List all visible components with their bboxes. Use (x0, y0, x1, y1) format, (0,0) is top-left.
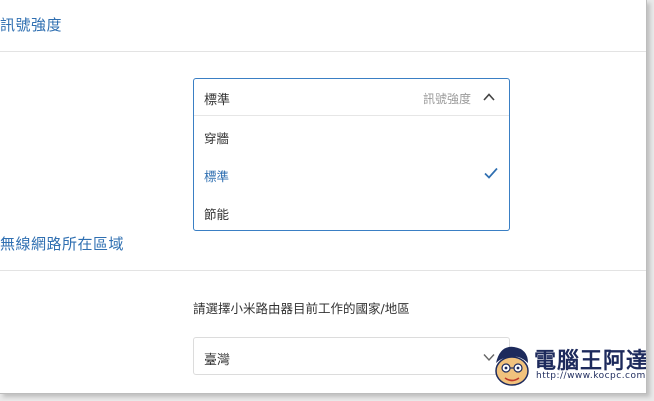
signal-strength-select[interactable]: 標準 訊號強度 穿牆 標準 節能 (193, 78, 510, 231)
select-value: 標準 (204, 93, 231, 108)
select-value: 臺灣 (204, 353, 231, 368)
option-wall-penetration[interactable]: 穿牆 (194, 116, 509, 154)
option-standard[interactable]: 標準 (194, 154, 509, 192)
region-title: 無線網路所在區域 (0, 235, 125, 253)
divider (0, 51, 646, 52)
chevron-up-icon[interactable] (481, 89, 497, 105)
divider (0, 270, 646, 271)
signal-strength-select-head[interactable]: 標準 訊號強度 (194, 79, 509, 116)
region-select[interactable]: 臺灣 (193, 337, 510, 375)
checkmark-icon (484, 167, 498, 179)
option-label: 穿牆 (204, 131, 230, 146)
option-power-saving[interactable]: 節能 (194, 192, 509, 230)
select-placeholder: 訊號強度 (422, 92, 471, 106)
option-label: 節能 (204, 207, 230, 222)
watermark: 電腦王阿達 http://www.kocpc.com.tw (490, 341, 646, 387)
settings-page: 訊號強度 無線網路所在區域 標準 訊號強度 穿牆 標準 節能 請選擇小米路由器目… (0, 0, 647, 394)
watermark-url: http://www.kocpc.com.tw (536, 371, 646, 381)
mascot-logo-icon (495, 346, 529, 386)
option-label: 標準 (204, 169, 230, 184)
signal-strength-title: 訊號強度 (0, 16, 63, 34)
region-helper-text: 請選擇小米路由器目前工作的國家/地區 (193, 301, 410, 316)
